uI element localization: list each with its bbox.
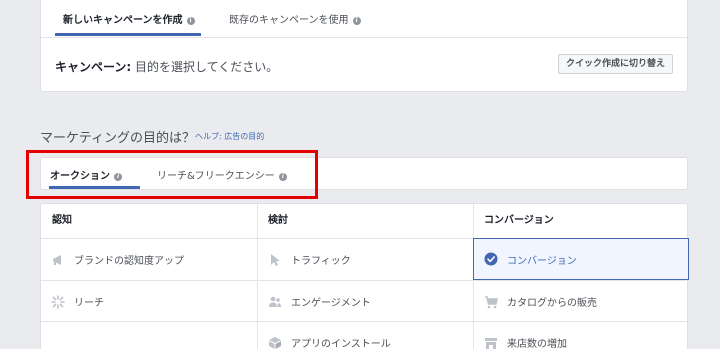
column-header-consideration: 検討	[268, 215, 288, 226]
objective-traffic[interactable]: トラフィック	[258, 239, 473, 280]
objective-label: エンゲージメント	[291, 298, 371, 309]
reach-icon	[51, 294, 65, 309]
objective-label: リーチ	[74, 298, 104, 309]
quick-create-button[interactable]: クイック作成に切り替え	[557, 54, 673, 74]
info-icon[interactable]: i	[352, 17, 361, 25]
campaign-label: キャンペーン:	[55, 60, 132, 74]
objective-grid: 認知 検討 コンバージョン ブランドの認知度アップ リーチ トラフィック エンゲ…	[40, 203, 689, 349]
tab-label: 既存のキャンペーンを使用	[229, 15, 349, 26]
objective-label: コンバージョン	[507, 255, 577, 267]
objective-label: アプリのインストール	[291, 339, 391, 349]
objective-label: トラフィック	[291, 256, 351, 267]
people-icon	[268, 295, 282, 309]
tab-label: 新しいキャンペーンを作成	[63, 15, 183, 26]
cursor-icon	[268, 253, 282, 267]
objective-store-visits[interactable]: 来店数の増加	[474, 322, 689, 349]
campaign-card: 新しいキャンペーンを作成 i 既存のキャンペーンを使用 i キャンペーン: 目的を選…	[40, 0, 688, 92]
box-icon	[268, 336, 282, 349]
objective-label: 来店数の増加	[507, 339, 567, 349]
objective-label: カタログからの販売	[507, 298, 597, 309]
campaign-tabs: 新しいキャンペーンを作成 i 既存のキャンペーンを使用 i	[41, 0, 687, 38]
highlight-box	[26, 150, 318, 199]
objective-brand-awareness[interactable]: ブランドの認知度アップ	[41, 239, 257, 280]
objective-engagement[interactable]: エンゲージメント	[258, 281, 473, 322]
tab-use-existing-campaign[interactable]: 既存のキャンペーンを使用 i	[229, 11, 361, 26]
objective-conversions[interactable]: コンバージョン	[473, 238, 689, 280]
objective-heading: マーケティングの目的は？	[40, 131, 195, 146]
check-circle-icon	[484, 252, 498, 266]
objective-label: ブランドの認知度アップ	[74, 256, 184, 267]
column-header-awareness: 認知	[52, 215, 72, 226]
info-icon[interactable]: i	[186, 17, 195, 25]
megaphone-icon	[51, 253, 65, 267]
tab-create-new-campaign[interactable]: 新しいキャンペーンを作成 i	[63, 11, 195, 26]
objective-help-link[interactable]: ヘルプ: 広告の目的	[195, 131, 264, 142]
campaign-value: 目的を選択してください。	[135, 60, 279, 74]
objective-catalog-sales[interactable]: カタログからの販売	[474, 281, 689, 322]
cart-icon	[484, 295, 498, 309]
objective-reach[interactable]: リーチ	[41, 281, 257, 322]
column-header-conversion: コンバージョン	[484, 215, 554, 226]
active-tab-indicator	[55, 33, 201, 36]
campaign-row: キャンペーン: 目的を選択してください。	[55, 58, 278, 75]
objective-app-installs[interactable]: アプリのインストール	[258, 322, 473, 349]
store-icon	[484, 336, 498, 349]
